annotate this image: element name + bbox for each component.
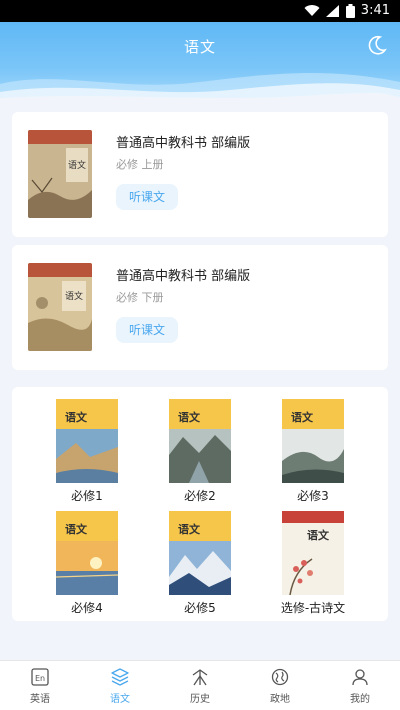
book-thumbnail: 语文: [169, 399, 231, 483]
nav-tab-politics-geography[interactable]: 政地: [240, 661, 320, 710]
book-thumbnail: 语文: [282, 511, 344, 595]
svg-text:语文: 语文: [178, 522, 201, 536]
svg-text:语文: 语文: [65, 410, 88, 424]
textbook-grid: 语文 必修1 语文 必修2 语文 必修3 语文 必修4 语文 必修5 语文 选修…: [12, 387, 388, 621]
bottom-nav: En 英语 语文 历史 政地 我的: [0, 660, 400, 710]
signal-icon: [325, 4, 339, 17]
book-thumbnail: 语文: [282, 399, 344, 483]
grid-item-xuanxiu-gushiwen[interactable]: 语文 选修-古诗文: [263, 511, 363, 621]
history-icon: [192, 669, 208, 686]
book-thumbnail: 语文: [56, 511, 118, 595]
nav-label: 历史: [190, 694, 210, 705]
book-volume: 必修 上册: [116, 158, 164, 171]
svg-text:语文: 语文: [65, 290, 83, 302]
nav-label: 我的: [350, 694, 370, 705]
page-title: 语文: [183, 38, 216, 56]
svg-text:En: En: [35, 674, 45, 683]
app-header: 语文: [0, 22, 400, 102]
book-title: 普通高中教科书 部编版: [116, 136, 251, 151]
nav-tab-history[interactable]: 历史: [160, 661, 240, 710]
book-thumbnail: 语文: [56, 399, 118, 483]
nav-label: 英语: [30, 694, 50, 705]
person-icon: [352, 669, 368, 686]
status-time: 3:41: [360, 3, 390, 18]
grid-item-bixiu3[interactable]: 语文 必修3: [263, 399, 363, 509]
nav-label: 语文: [110, 694, 130, 705]
book-volume: 必修 下册: [116, 291, 164, 304]
book-card-lower[interactable]: 语文 普通高中教科书 部编版 必修 下册 听课文: [12, 245, 388, 370]
grid-item-bixiu1[interactable]: 语文 必修1: [37, 399, 137, 509]
globe-icon: [271, 668, 289, 686]
book-cover-lower: 语文: [28, 263, 92, 351]
listen-text-button[interactable]: 听课文: [116, 184, 178, 210]
grid-item-label: 必修3: [297, 489, 329, 503]
svg-text:语文: 语文: [291, 410, 314, 424]
nav-tab-mine[interactable]: 我的: [320, 661, 400, 710]
battery-icon: [345, 3, 355, 18]
book-title: 普通高中教科书 部编版: [116, 269, 251, 284]
status-bar: 3:41: [0, 0, 400, 22]
svg-text:语文: 语文: [68, 159, 86, 171]
grid-item-label: 选修-古诗文: [280, 601, 346, 615]
layers-icon: [111, 668, 129, 686]
nav-label: 政地: [270, 694, 290, 705]
grid-item-label: 必修1: [71, 489, 103, 503]
book-cover-upper: 语文: [28, 130, 92, 218]
grid-item-bixiu4[interactable]: 语文 必修4: [37, 511, 137, 621]
svg-text:语文: 语文: [178, 410, 201, 424]
wifi-icon: [304, 4, 320, 16]
grid-item-label: 必修5: [184, 601, 216, 615]
english-icon: En: [31, 668, 49, 686]
grid-item-label: 必修4: [71, 601, 103, 615]
grid-item-bixiu2[interactable]: 语文 必修2: [150, 399, 250, 509]
svg-text:语文: 语文: [307, 528, 330, 542]
grid-item-label: 必修2: [184, 489, 216, 503]
grid-item-bixiu5[interactable]: 语文 必修5: [150, 511, 250, 621]
nav-tab-english[interactable]: En 英语: [0, 661, 80, 710]
book-card-upper[interactable]: 语文 普通高中教科书 部编版 必修 上册 听课文: [12, 112, 388, 237]
book-thumbnail: 语文: [169, 511, 231, 595]
svg-text:语文: 语文: [65, 522, 88, 536]
header-waves: [0, 72, 400, 102]
night-mode-moon-icon[interactable]: [366, 34, 388, 56]
listen-text-button[interactable]: 听课文: [116, 317, 178, 343]
nav-tab-chinese[interactable]: 语文: [80, 661, 160, 710]
